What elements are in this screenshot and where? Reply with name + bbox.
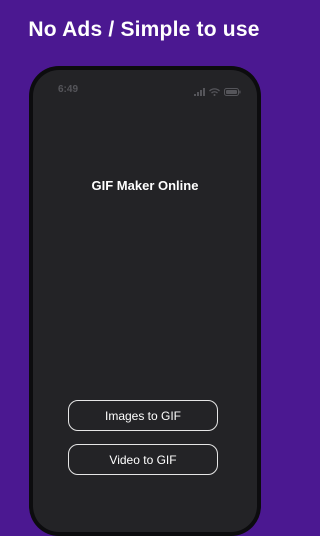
app-screen: 6:49 GIF Maker Online Images to GIF Vide… xyxy=(33,70,257,532)
promo-banner-title: No Ads / Simple to use xyxy=(28,18,260,41)
status-bar: 6:49 xyxy=(33,70,257,102)
signal-icon xyxy=(194,83,205,101)
wifi-icon xyxy=(209,83,220,101)
app-title: GIF Maker Online xyxy=(91,178,199,193)
status-time: 6:49 xyxy=(58,84,79,95)
status-icons xyxy=(194,83,241,101)
video-to-gif-button[interactable]: Video to GIF xyxy=(68,444,218,475)
phone-frame: 6:49 GIF Maker Online Images to GIF Vide… xyxy=(29,66,261,536)
images-to-gif-button[interactable]: Images to GIF xyxy=(68,400,218,431)
battery-icon xyxy=(224,83,241,101)
